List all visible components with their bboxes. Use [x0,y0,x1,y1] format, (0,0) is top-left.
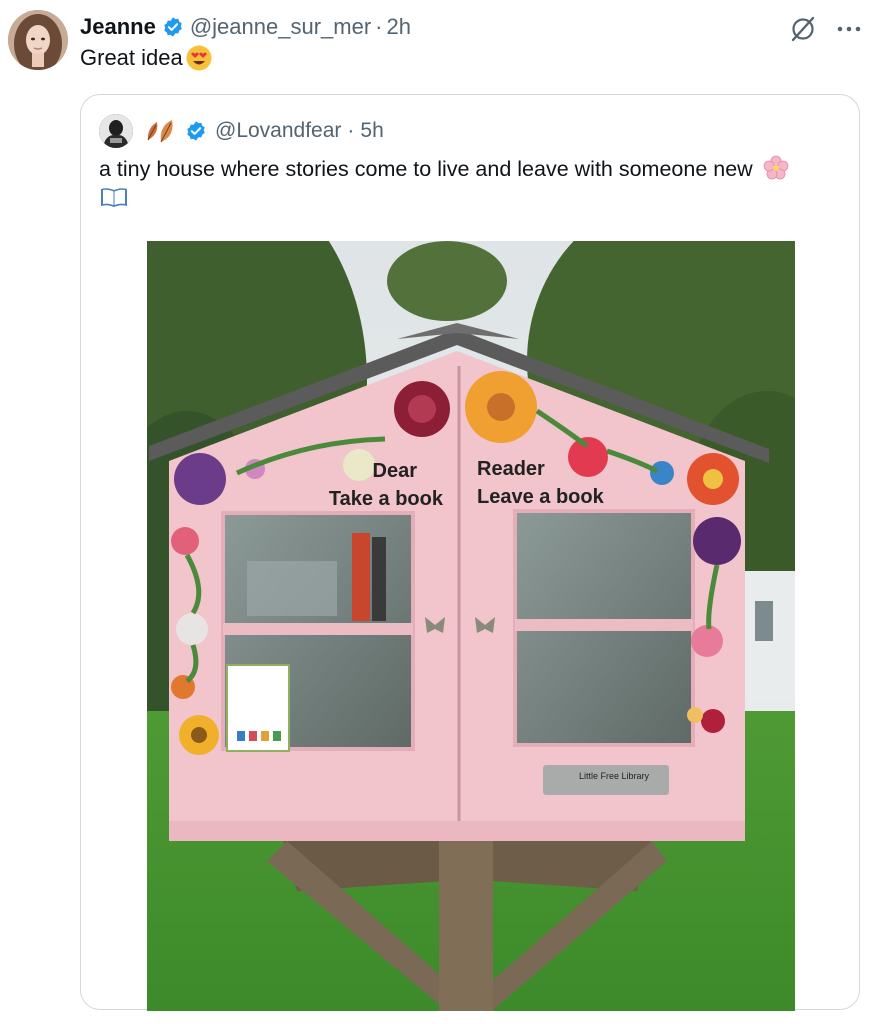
more-icon[interactable] [836,24,862,34]
author-handle[interactable]: @jeanne_sur_mer [190,14,371,40]
verified-icon [164,17,182,37]
quoted-handle[interactable]: @Lovandfear [215,119,341,143]
open-book-emoji-icon [101,188,127,207]
sign-dear: Dear [373,460,418,482]
quoted-text: a tiny house where stories come to live … [99,155,849,216]
tweet-photo[interactable]: Dear Take a book Reader Leave a book Lit… [147,241,795,1011]
cherry-blossom-emoji-icon [763,155,789,180]
quoted-avatar[interactable] [99,114,133,148]
tweet-text-row: Great idea [80,44,213,72]
separator: · [347,119,355,142]
plaque-title: Little Free Library [579,771,650,781]
verified-icon [187,121,205,141]
timestamp[interactable]: 2h [386,14,410,40]
quoted-header: @Lovandfear · 5h [99,113,384,149]
avatar[interactable] [8,10,68,70]
quoted-text-body: a tiny house where stories come to live … [99,157,753,181]
sign-take-a-book: Take a book [329,488,444,510]
separator: · [375,14,383,39]
leaves-emoji-icon [147,120,173,143]
tweet-header: Jeanne @jeanne_sur_mer · 2h [80,12,411,42]
quoted-timestamp[interactable]: 5h [360,119,383,143]
sign-leave-a-book: Leave a book [477,486,605,508]
grok-icon[interactable] [788,14,818,44]
top-actions [788,14,862,44]
sign-reader: Reader [477,458,545,480]
author-name[interactable]: Jeanne [80,14,156,40]
tweet-text: Great idea [80,45,183,70]
heart-eyes-emoji-icon [186,45,212,71]
quoted-tweet-card[interactable]: @Lovandfear · 5h a tiny house where stor… [80,94,860,1011]
